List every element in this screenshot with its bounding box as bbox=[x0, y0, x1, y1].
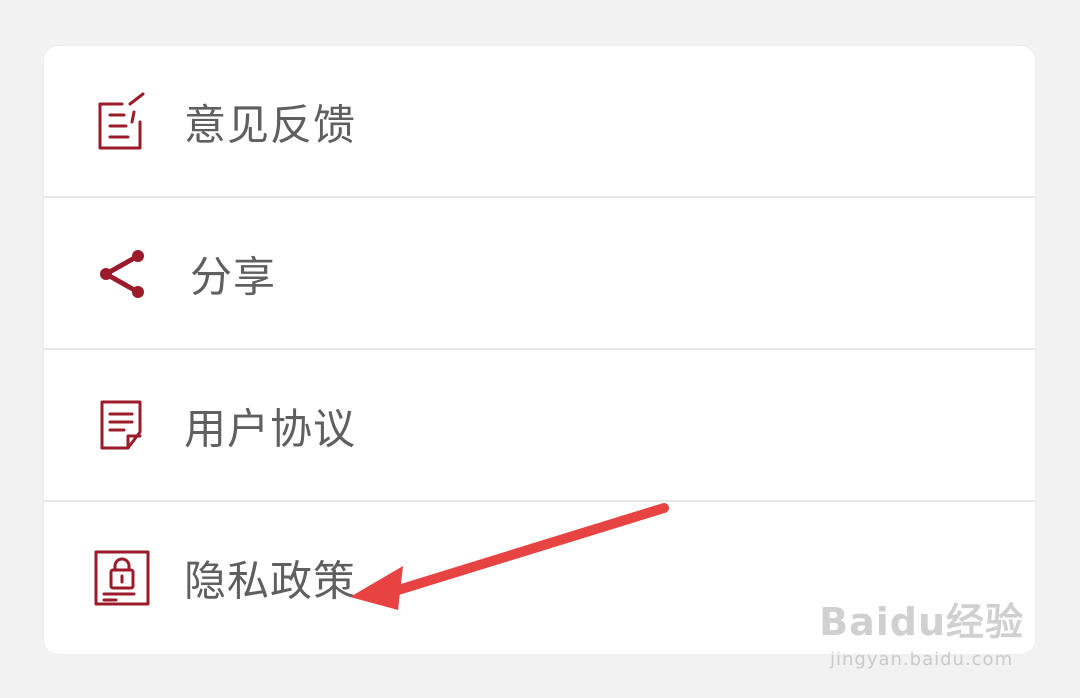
watermark: Baidu经验 jingyan.baidu.com bbox=[819, 603, 1024, 670]
settings-menu-card: 意见反馈 分享 用户协议 隐私政策 bbox=[44, 46, 1035, 654]
menu-item-feedback[interactable]: 意见反馈 bbox=[44, 46, 1035, 198]
menu-item-share-label: 分享 bbox=[190, 252, 277, 302]
menu-item-feedback-label: 意见反馈 bbox=[184, 100, 357, 150]
document-icon bbox=[92, 396, 152, 456]
watermark-sub-text: jingyan.baidu.com bbox=[830, 649, 1014, 670]
menu-item-privacy-policy-label: 隐私政策 bbox=[184, 556, 357, 606]
menu-item-share[interactable]: 分享 bbox=[44, 198, 1035, 350]
menu-item-user-agreement[interactable]: 用户协议 bbox=[44, 350, 1035, 502]
menu-item-user-agreement-label: 用户协议 bbox=[184, 404, 357, 454]
feedback-edit-icon bbox=[92, 92, 152, 152]
privacy-lock-icon bbox=[92, 548, 152, 608]
watermark-main-text: Baidu经验 bbox=[819, 600, 1024, 644]
share-icon bbox=[92, 244, 152, 304]
